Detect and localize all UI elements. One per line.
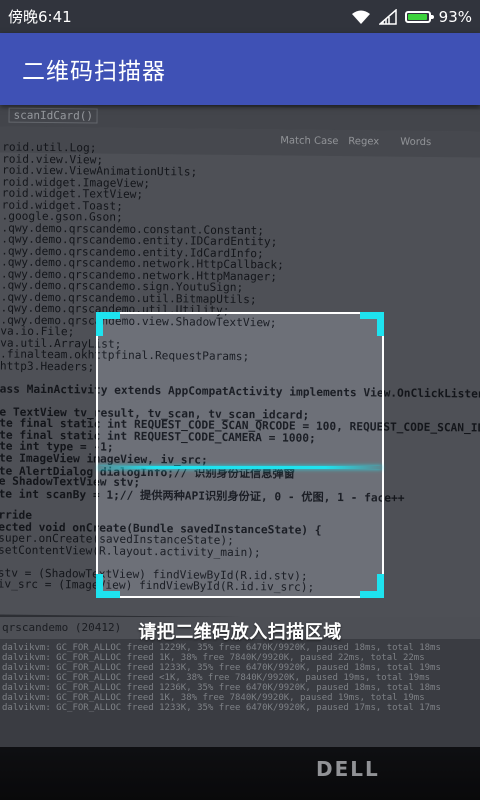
scan-hint-text: 请把二维码放入扫描区域 bbox=[138, 622, 342, 643]
scan-corner-bottom-left-v bbox=[96, 574, 103, 598]
scan-corner-bottom-right-v bbox=[377, 574, 384, 598]
scan-mask-left bbox=[0, 312, 96, 598]
scan-corner-top-right-v bbox=[377, 312, 384, 336]
scan-mask-right bbox=[384, 312, 480, 598]
status-time: 傍晚6:41 bbox=[8, 8, 72, 26]
battery-percent: 93% bbox=[438, 7, 472, 26]
scan-frame bbox=[96, 312, 384, 598]
status-icons: 93% bbox=[351, 8, 480, 26]
app-title: 二维码扫描器 bbox=[22, 59, 166, 85]
status-bar: 傍晚6:41 93% bbox=[0, 0, 480, 33]
signal-icon bbox=[378, 8, 397, 25]
scan-corner-top-left-v bbox=[96, 312, 103, 336]
app-bar: 二维码扫描器 bbox=[0, 33, 480, 105]
scan-mask-top bbox=[0, 105, 480, 312]
battery-level-fill bbox=[407, 13, 427, 20]
wifi-icon bbox=[351, 10, 370, 24]
battery-icon bbox=[404, 10, 434, 23]
scan-laser-line bbox=[98, 466, 382, 469]
